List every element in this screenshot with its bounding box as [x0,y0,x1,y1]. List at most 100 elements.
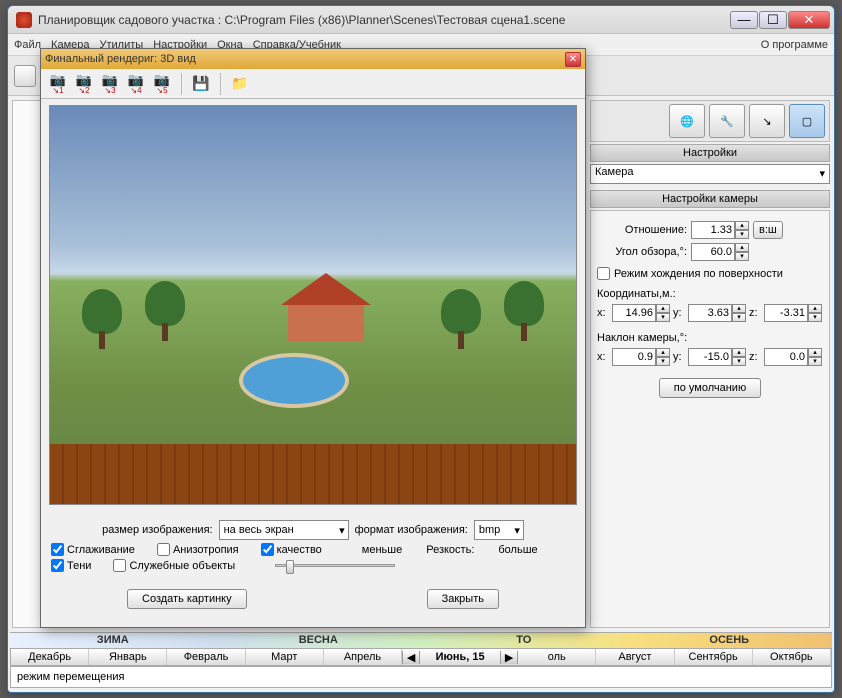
quality-label: качество [277,544,322,556]
dialog-titlebar[interactable]: Финальный рендериг: 3D вид ✕ [41,49,585,69]
shadows-checkbox[interactable] [51,559,64,572]
dialog-title: Финальный рендериг: 3D вид [45,53,565,65]
create-image-button[interactable]: Создать картинку [127,589,247,609]
season-autumn: ОСЕНЬ [627,633,833,648]
menu-about[interactable]: О программе [761,39,828,51]
dialog-close-button[interactable]: Закрыть [427,589,499,609]
month-cell[interactable]: Январь [89,649,167,665]
camera-2-icon[interactable]: 📷↘2 [73,73,95,95]
service-objects-checkbox[interactable] [113,559,126,572]
maximize-button[interactable]: ☐ [759,11,787,29]
link-tool-icon[interactable]: ↘ [749,104,785,138]
titlebar[interactable]: Планировщик садового участка : C:\Progra… [8,6,834,34]
shadows-label: Тени [67,560,91,572]
camera-3-icon[interactable]: 📷↘3 [99,73,121,95]
smoothing-label: Сглаживание [67,544,135,556]
image-format-select[interactable]: bmp [474,520,524,540]
image-size-select[interactable]: на весь экран [219,520,349,540]
tilt-x-spinner[interactable]: ▴▾ [612,348,670,366]
close-button[interactable]: ✕ [788,11,830,29]
coord-z-input[interactable] [764,304,808,322]
pool-graphic [239,353,349,408]
slider-thumb[interactable] [286,560,294,574]
month-cell[interactable]: оль [518,649,596,665]
season-spring: ВЕСНА [216,633,422,648]
smoothing-checkbox[interactable] [51,543,64,556]
ratio-mode-button[interactable]: в:ш [753,221,783,239]
service-objects-label: Служебные объекты [129,560,235,572]
ratio-input[interactable] [691,221,735,239]
tilt-x-input[interactable] [612,348,656,366]
spinner-up-icon[interactable]: ▴ [735,221,749,230]
sharp-label: Резкость: [426,544,474,556]
sharp-less-label: меньше [362,544,402,556]
coord-y-input[interactable] [688,304,732,322]
coord-z-spinner[interactable]: ▴▾ [764,304,822,322]
month-cell[interactable]: Октябрь [753,649,831,665]
camera-1-icon[interactable]: 📷↘1 [47,73,69,95]
cube-tool-icon[interactable]: ▢ [789,104,825,138]
fov-input[interactable] [691,243,735,261]
ratio-spinner[interactable]: ▴▾ [691,221,749,239]
ratio-label: Отношение: [597,224,687,236]
save-icon[interactable]: 💾 [190,73,212,95]
month-cell[interactable]: Август [596,649,674,665]
app-icon [16,12,32,28]
spinner-up-icon[interactable]: ▴ [735,243,749,252]
settings-header: Настройки [590,144,830,162]
z-label: z: [749,307,761,319]
fov-spinner[interactable]: ▴▾ [691,243,749,261]
cursor-tool-icon[interactable] [14,65,36,87]
current-date: Июнь, 15 [420,651,500,663]
tilt-y-input[interactable] [688,348,732,366]
quality-checkbox[interactable] [261,543,274,556]
tilt-z-input[interactable] [764,348,808,366]
dialog-close-icon[interactable]: ✕ [565,52,581,67]
wrench-tool-icon[interactable]: 🔧 [709,104,745,138]
camera-5-icon[interactable]: 📷↘5 [151,73,173,95]
month-prev-icon[interactable]: ◀ [402,651,420,664]
image-format-label: формат изображения: [355,524,468,536]
spinner-down-icon[interactable]: ▾ [735,252,749,261]
coords-label: Координаты,м.: [597,288,823,300]
menu-file[interactable]: Файл [14,39,41,51]
fence-graphic [50,444,576,504]
sharp-more-label: больше [498,544,537,556]
x-label: x: [597,307,609,319]
month-next-icon[interactable]: ▶ [500,651,518,664]
folder-icon[interactable]: 📁 [229,73,251,95]
coord-x-spinner[interactable]: ▴▾ [612,304,670,322]
timeline: ЗИМА ВЕСНА TO ОСЕНЬ Декабрь Январь Февра… [10,632,832,690]
side-panel: 🌐 🔧 ↘ ▢ Настройки Камера Настройки камер… [590,100,830,628]
anisotropy-label: Анизотропия [173,544,239,556]
tilt-label: Наклон камеры,°: [597,332,823,344]
house-graphic [281,273,371,343]
status-text: режим перемещения [17,671,124,683]
camera-dropdown[interactable]: Камера [590,164,830,184]
tilt-y-spinner[interactable]: ▴▾ [688,348,746,366]
season-winter: ЗИМА [10,633,216,648]
anisotropy-checkbox[interactable] [157,543,170,556]
month-cell[interactable]: Февраль [167,649,245,665]
default-button[interactable]: по умолчанию [659,378,761,398]
month-cell[interactable]: Сентябрь [675,649,753,665]
walk-mode-checkbox[interactable] [597,267,610,280]
minimize-button[interactable]: — [730,11,758,29]
sharpness-slider[interactable] [275,564,395,567]
render-dialog: Финальный рендериг: 3D вид ✕ 📷↘1 📷↘2 📷↘3… [40,48,586,628]
month-cell[interactable]: Декабрь [11,649,89,665]
month-cell[interactable]: Март [246,649,324,665]
month-cell[interactable]: Апрель [324,649,402,665]
coord-x-input[interactable] [612,304,656,322]
status-bar: режим перемещения [10,666,832,688]
camera-4-icon[interactable]: 📷↘4 [125,73,147,95]
tilt-z-spinner[interactable]: ▴▾ [764,348,822,366]
globe-tool-icon[interactable]: 🌐 [669,104,705,138]
coord-y-spinner[interactable]: ▴▾ [688,304,746,322]
render-preview [49,105,577,505]
fov-label: Угол обзора,°: [597,246,687,258]
y-label: y: [673,307,685,319]
spinner-down-icon[interactable]: ▾ [735,230,749,239]
walk-mode-label: Режим хождения по поверхности [614,268,783,280]
image-size-label: размер изображения: [102,524,212,536]
